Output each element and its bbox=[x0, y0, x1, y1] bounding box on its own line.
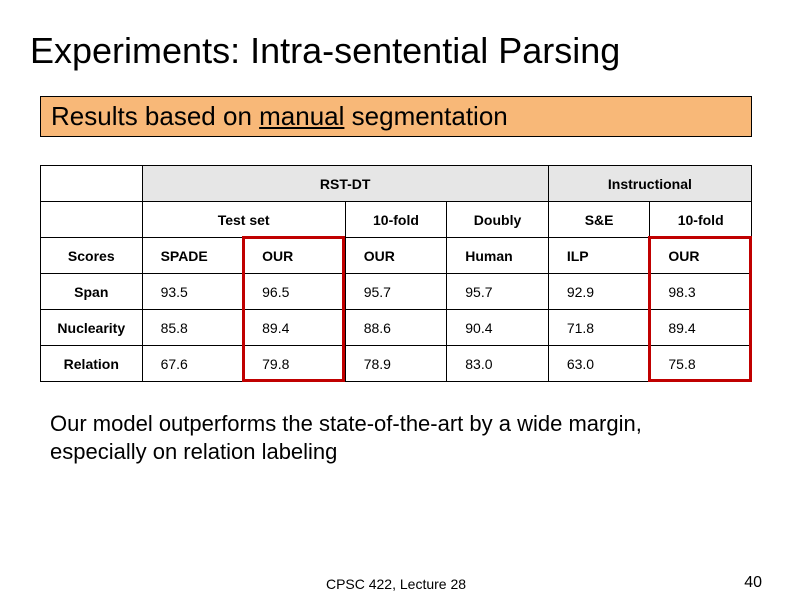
row-label-nuclearity: Nuclearity bbox=[41, 310, 143, 346]
subtitle-post: segmentation bbox=[344, 101, 507, 131]
sys-ilp: ILP bbox=[548, 238, 650, 274]
slide-number: 40 bbox=[744, 574, 762, 592]
footer-center: CPSC 422, Lecture 28 bbox=[0, 576, 792, 592]
cell: 90.4 bbox=[447, 310, 549, 346]
cell: 95.7 bbox=[345, 274, 447, 310]
subtitle-underline: manual bbox=[259, 101, 344, 131]
cell: 75.8 bbox=[650, 346, 752, 382]
row-label-span: Span bbox=[41, 274, 143, 310]
header-instructional: Instructional bbox=[548, 166, 751, 202]
header-scores: Scores bbox=[41, 238, 143, 274]
subtitle-box: Results based on manual segmentation bbox=[40, 96, 752, 137]
cell: 98.3 bbox=[650, 274, 752, 310]
sys-our-3: OUR bbox=[650, 238, 752, 274]
slide: Experiments: Intra-sentential Parsing Re… bbox=[0, 0, 792, 612]
cell: 67.6 bbox=[142, 346, 244, 382]
table-row: Span 93.5 96.5 95.7 95.7 92.9 98.3 bbox=[41, 274, 752, 310]
subtitle-pre: Results based on bbox=[51, 101, 259, 131]
cell: 89.4 bbox=[244, 310, 346, 346]
header-doubly: Doubly bbox=[447, 202, 549, 238]
cell: 95.7 bbox=[447, 274, 549, 310]
sys-our-2: OUR bbox=[345, 238, 447, 274]
cell: 83.0 bbox=[447, 346, 549, 382]
cell: 96.5 bbox=[244, 274, 346, 310]
cell: 79.8 bbox=[244, 346, 346, 382]
cell: 89.4 bbox=[650, 310, 752, 346]
cell: 85.8 bbox=[142, 310, 244, 346]
table-row: Relation 67.6 79.8 78.9 83.0 63.0 75.8 bbox=[41, 346, 752, 382]
sys-human: Human bbox=[447, 238, 549, 274]
slide-title: Experiments: Intra-sentential Parsing bbox=[30, 30, 762, 72]
header-testset: Test set bbox=[142, 202, 345, 238]
cell: 88.6 bbox=[345, 310, 447, 346]
header-rstdt: RST-DT bbox=[142, 166, 548, 202]
cell: 63.0 bbox=[548, 346, 650, 382]
header-10fold: 10-fold bbox=[345, 202, 447, 238]
blank-header bbox=[41, 166, 143, 202]
blank-header-2 bbox=[41, 202, 143, 238]
sys-spade: SPADE bbox=[142, 238, 244, 274]
table-row: Nuclearity 85.8 89.4 88.6 90.4 71.8 89.4 bbox=[41, 310, 752, 346]
results-table: RST-DT Instructional Test set 10-fold Do… bbox=[40, 165, 752, 382]
cell: 92.9 bbox=[548, 274, 650, 310]
cell: 78.9 bbox=[345, 346, 447, 382]
header-se: S&E bbox=[548, 202, 650, 238]
cell: 93.5 bbox=[142, 274, 244, 310]
cell: 71.8 bbox=[548, 310, 650, 346]
row-label-relation: Relation bbox=[41, 346, 143, 382]
header-10fold-2: 10-fold bbox=[650, 202, 752, 238]
body-text: Our model outperforms the state-of-the-a… bbox=[50, 410, 742, 465]
sys-our-1: OUR bbox=[244, 238, 346, 274]
results-table-wrap: RST-DT Instructional Test set 10-fold Do… bbox=[40, 165, 752, 382]
